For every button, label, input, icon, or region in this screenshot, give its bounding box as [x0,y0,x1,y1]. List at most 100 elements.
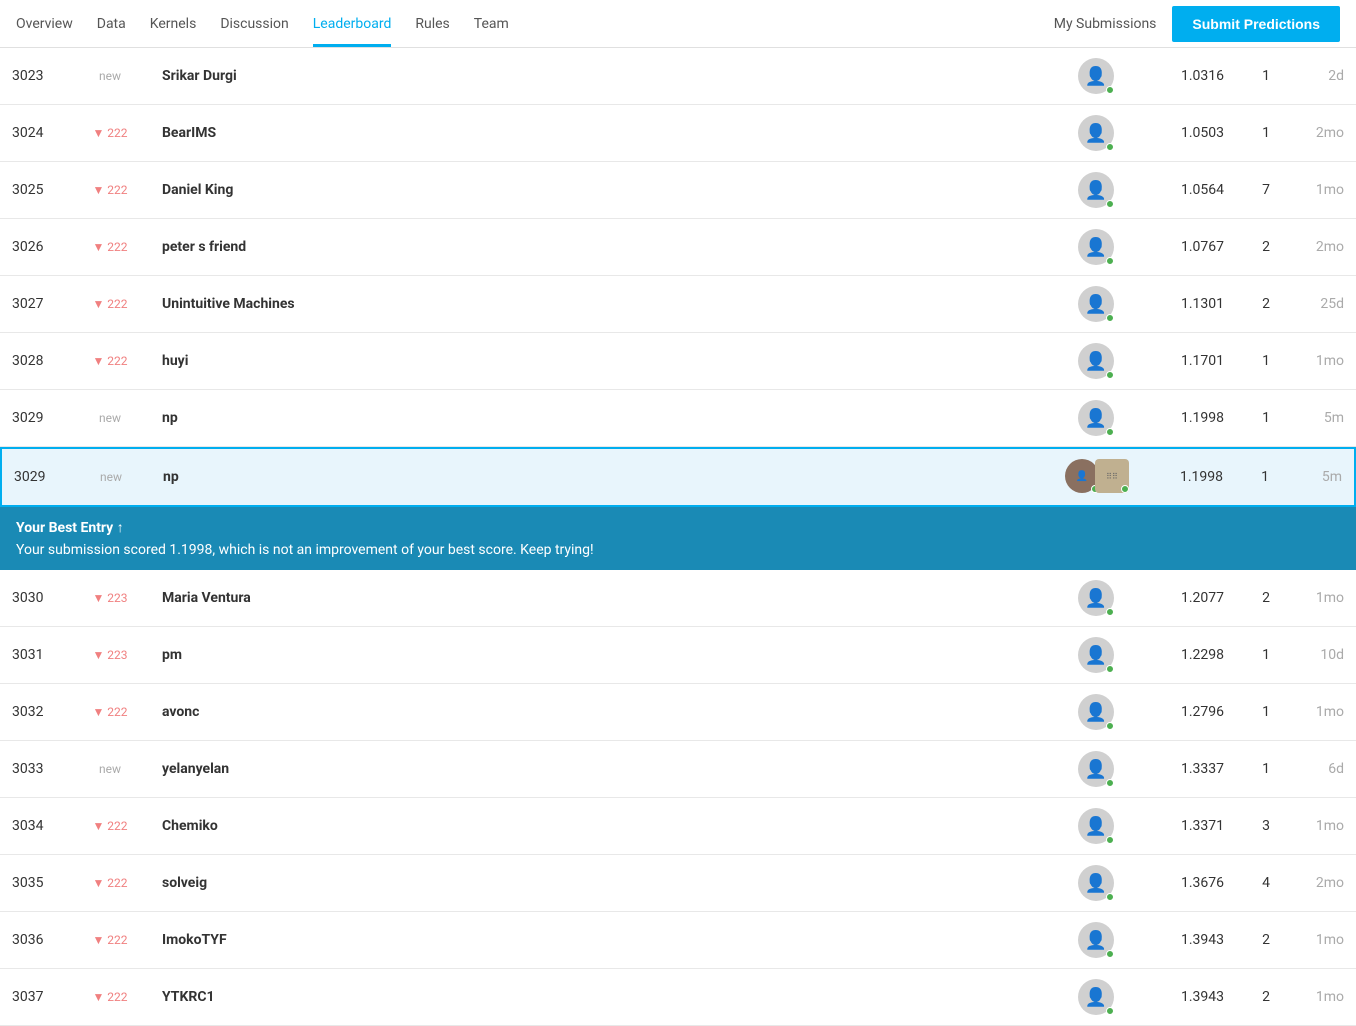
nav-items: Overview Data Kernels Discussion Leaderb… [16,0,1054,47]
avatar-cell: 👤 [1056,390,1136,447]
avatar-wrapper: 👤 [1078,979,1114,1015]
team-cell: Daniel King [150,162,1056,219]
nav-item-kernels[interactable]: Kernels [150,0,197,47]
avatar-wrapper: 👤 [1078,637,1114,673]
change-label: ▼ 222 [92,126,127,140]
nav-item-discussion[interactable]: Discussion [220,0,288,47]
avatar-cell: 👤 [1056,570,1136,627]
entries-cell: 1 [1236,741,1296,798]
change-cell: ▼ 222 [70,912,150,969]
avatar-cell: 👤 [1056,912,1136,969]
submit-predictions-button[interactable]: Submit Predictions [1172,6,1340,42]
rank-cell: 3025 [0,162,70,219]
table-row: 3033newyelanyelan👤1.333716d [0,741,1356,798]
change-label: ▼ 222 [92,297,127,311]
avatar: 👤 [1078,172,1114,208]
score-cell: 1.0316 [1136,48,1236,105]
team-cell: pm [150,627,1056,684]
rank-cell: 3023 [0,48,70,105]
online-dot [1106,722,1114,730]
team-cell: YTKRC1 [150,969,1056,1026]
last-cell: 2mo [1296,105,1356,162]
change-label: ▼ 222 [92,183,127,197]
my-submissions-link[interactable]: My Submissions [1054,16,1157,32]
rank-cell: 3032 [0,684,70,741]
rank-cell: 3026 [0,219,70,276]
table-row: 3027▼ 222Unintuitive Machines👤1.1301225d [0,276,1356,333]
change-label: ▼ 222 [92,240,127,254]
nav-item-overview[interactable]: Overview [16,0,73,47]
avatar-cell: 👤 [1056,276,1136,333]
avatar: 👤 [1078,115,1114,151]
avatar-group: 👤 ⠿⠿ [1065,459,1123,495]
last-cell: 2mo [1296,855,1356,912]
avatar-wrapper: 👤 [1078,808,1114,844]
team-cell: Srikar Durgi [150,48,1056,105]
change-label: ▼ 222 [92,705,127,719]
nav-item-data[interactable]: Data [97,0,126,47]
rank-cell: 3027 [0,276,70,333]
entries-cell: 2 [1236,219,1296,276]
avatar-cell: 👤 [1056,855,1136,912]
change-cell: ▼ 222 [70,855,150,912]
last-cell: 1mo [1296,684,1356,741]
entries-cell: 1 [1236,333,1296,390]
change-label: ▼ 222 [92,876,127,890]
avatar-1: 👤 [1065,459,1099,493]
avatar: 👤 [1078,580,1114,616]
score-cell: 1.0767 [1136,219,1236,276]
nav-item-team[interactable]: Team [474,0,509,47]
avatar-wrapper: 👤 [1078,865,1114,901]
change-label: ▼ 222 [92,354,127,368]
score-cell: 1.2298 [1136,627,1236,684]
avatar-wrapper: 👤 [1078,751,1114,787]
last-cell: 10d [1296,627,1356,684]
team-cell: BearIMS [150,105,1056,162]
team-cell: huyi [150,333,1056,390]
change-cell: ▼ 222 [70,798,150,855]
rank-cell: 3024 [0,105,70,162]
nav-item-rules[interactable]: Rules [415,0,449,47]
avatar-2: ⠿⠿ [1095,459,1129,493]
avatar-cell: 👤 [1056,333,1136,390]
table-row: 3026▼ 222peter s friend👤1.076722mo [0,219,1356,276]
table-row: 3032▼ 222avonc👤1.279611mo [0,684,1356,741]
table-row: 3031 ▼ 223 pm 👤 1.2298110d [0,627,1356,684]
last-cell: 1mo [1296,162,1356,219]
table-row: 3029newnp👤1.199815m [0,390,1356,447]
entries-cell: 1 [1236,48,1296,105]
entries-cell: 2 [1236,912,1296,969]
change-label: ▼ 223 [92,648,127,662]
rank-cell: 3037 [0,969,70,1026]
team-cell: yelanyelan [150,741,1056,798]
score-cell: 1.2077 [1136,570,1236,627]
score-cell: 1.0564 [1136,162,1236,219]
highlighted-row-table: 3029 new np 👤 ⠿⠿ [0,447,1356,507]
rank-cell: 3031 [0,627,70,684]
entries-cell: 1 [1235,448,1295,506]
team-cell: np [150,390,1056,447]
table-row: 3024▼ 222BearIMS👤1.050312mo [0,105,1356,162]
avatar-cell: 👤 [1056,105,1136,162]
last-cell: 5m [1295,448,1355,506]
avatar-cell: 👤 ⠿⠿ [1053,448,1135,506]
entries-cell: 1 [1236,390,1296,447]
last-cell: 6d [1296,741,1356,798]
avatar-wrapper: 👤 [1078,115,1114,151]
entries-cell: 1 [1236,627,1296,684]
rank-cell: 3028 [0,333,70,390]
online-dot [1106,950,1114,958]
avatar-wrapper-2: ⠿⠿ [1095,459,1123,495]
change-label: new [99,411,121,425]
avatar-cell: 👤 [1056,48,1136,105]
entries-cell: 2 [1236,570,1296,627]
change-label: new [99,69,121,83]
change-label: new [100,470,122,484]
last-cell: 1mo [1296,969,1356,1026]
top-nav: Overview Data Kernels Discussion Leaderb… [0,0,1356,48]
nav-item-leaderboard[interactable]: Leaderboard [313,0,392,47]
team-cell: Unintuitive Machines [150,276,1056,333]
change-cell: ▼ 222 [70,684,150,741]
last-cell: 5m [1296,390,1356,447]
avatar-cell: 👤 [1056,219,1136,276]
